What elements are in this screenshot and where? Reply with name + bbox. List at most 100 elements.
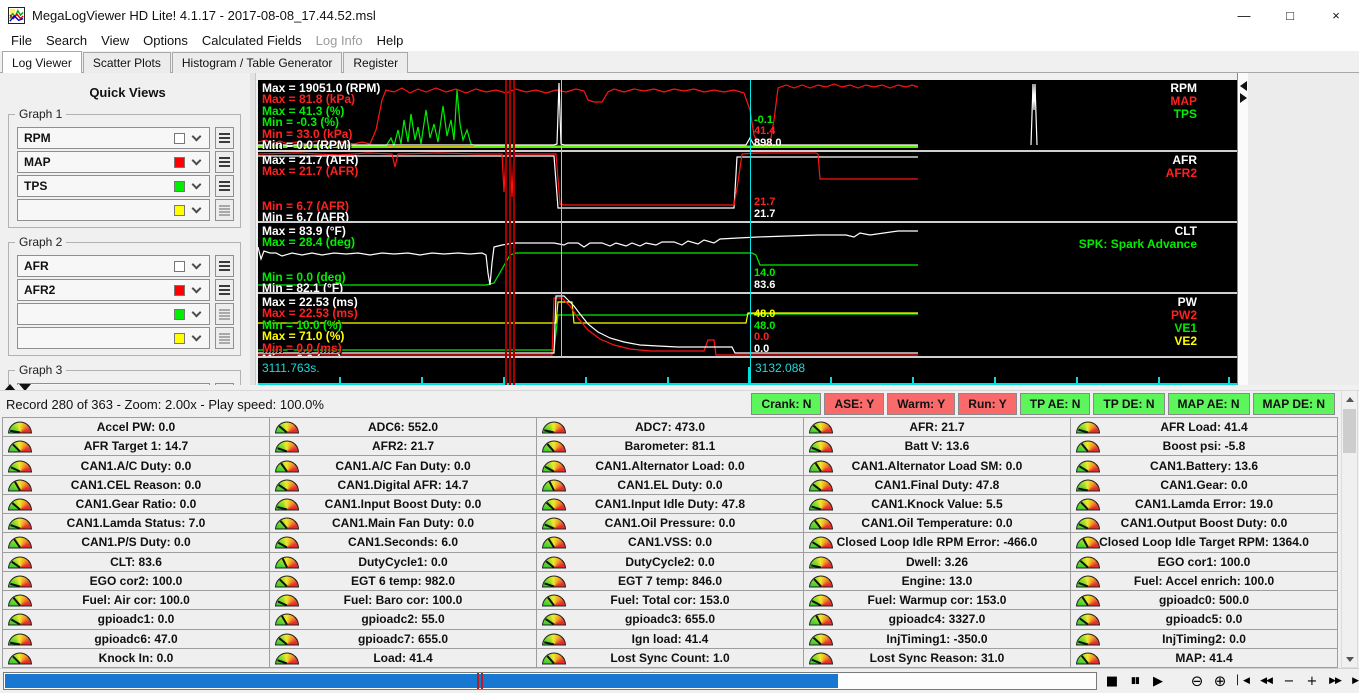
field-select-empty[interactable] bbox=[17, 199, 210, 221]
field-select-clt[interactable]: CLT bbox=[17, 383, 210, 385]
scroll-down-icon[interactable] bbox=[1342, 651, 1357, 667]
gauge-cell[interactable]: gpioadc2: 55.0 bbox=[270, 610, 536, 629]
gauge-cell[interactable]: AFR2: 21.7 bbox=[270, 437, 536, 456]
gauge-cell[interactable]: Accel PW: 0.0 bbox=[3, 418, 269, 437]
gauge-cell[interactable]: EGT 7 temp: 846.0 bbox=[537, 571, 803, 591]
gauge-cell[interactable]: CAN1.Input Idle Duty: 47.8 bbox=[537, 494, 803, 514]
gauge-cell[interactable]: gpioadc3: 655.0 bbox=[537, 610, 803, 629]
field-options-button[interactable] bbox=[215, 255, 234, 277]
gauge-cell[interactable]: Fuel: Total cor: 153.0 bbox=[537, 591, 803, 610]
gauge-cell[interactable]: Dwell: 3.26 bbox=[804, 552, 1070, 571]
gauge-grid-scrollbar[interactable] bbox=[1341, 390, 1358, 668]
gauge-cell[interactable]: CAN1.Gear: 0.0 bbox=[1071, 475, 1337, 494]
gauge-cell[interactable]: EGO cor2: 100.0 bbox=[3, 571, 269, 591]
tab-register[interactable]: Register bbox=[343, 52, 409, 73]
gauge-cell[interactable]: CAN1.Gear Ratio: 0.0 bbox=[3, 494, 269, 514]
graph-area[interactable]: Max = 19051.0 (RPM) Max = 81.8 (kPa) Max =… bbox=[258, 80, 1237, 385]
fast-forward-button[interactable]: ▶▶ bbox=[1324, 670, 1346, 692]
gauge-cell[interactable]: InjTiming2: 0.0 bbox=[1071, 629, 1337, 648]
gauge-cell[interactable]: CAN1.VSS: 0.0 bbox=[537, 533, 803, 552]
timeline-strip[interactable]: 3111.763s. 3132.088 bbox=[258, 358, 1237, 385]
gauge-cell[interactable]: CAN1.Alternator Load SM: 0.0 bbox=[804, 456, 1070, 475]
gauge-cell[interactable]: AFR Load: 41.4 bbox=[1071, 418, 1337, 437]
gauge-cell[interactable]: EGO cor1: 100.0 bbox=[1071, 552, 1337, 571]
log-position-scrollbar[interactable] bbox=[3, 672, 1097, 690]
gauge-cell[interactable]: ADC6: 552.0 bbox=[270, 418, 536, 437]
gauge-cell[interactable]: MAP: 41.4 bbox=[1071, 648, 1337, 667]
gauge-cell[interactable]: CAN1.EL Duty: 0.0 bbox=[537, 475, 803, 494]
step-back-button[interactable]: − bbox=[1278, 670, 1300, 692]
field-options-button[interactable] bbox=[215, 279, 234, 301]
gauge-cell[interactable]: gpioadc6: 47.0 bbox=[3, 629, 269, 648]
field-select-rpm[interactable]: RPM bbox=[17, 127, 210, 149]
gauge-cell[interactable]: Ign load: 41.4 bbox=[537, 629, 803, 648]
gauge-cell[interactable]: Lost Sync Reason: 31.0 bbox=[804, 648, 1070, 667]
gauge-cell[interactable]: CAN1.Input Boost Duty: 0.0 bbox=[270, 494, 536, 514]
zoom-out-button[interactable]: ⊖ bbox=[1186, 670, 1208, 692]
rewind-button[interactable]: ◀◀ bbox=[1255, 670, 1277, 692]
gauge-cell[interactable]: CAN1.CEL Reason: 0.0 bbox=[3, 475, 269, 494]
gauge-cell[interactable]: CAN1.P/S Duty: 0.0 bbox=[3, 533, 269, 552]
field-options-button[interactable] bbox=[215, 327, 234, 349]
scrollbar-thumb[interactable] bbox=[1343, 409, 1356, 453]
close-button[interactable]: × bbox=[1313, 0, 1359, 30]
gauge-cell[interactable]: gpioadc0: 500.0 bbox=[1071, 591, 1337, 610]
menu-item-calculated-fields[interactable]: Calculated Fields bbox=[195, 31, 309, 50]
gauge-cell[interactable]: Barometer: 81.1 bbox=[537, 437, 803, 456]
skip-end-button[interactable]: ▶▕ bbox=[1347, 670, 1359, 692]
gauge-cell[interactable]: Fuel: Baro cor: 100.0 bbox=[270, 591, 536, 610]
gauge-cell[interactable]: Boost psi: -5.8 bbox=[1071, 437, 1337, 456]
menu-item-options[interactable]: Options bbox=[136, 31, 195, 50]
graph-panel-1[interactable]: Max = 19051.0 (RPM) Max = 81.8 (kPa) Max =… bbox=[258, 80, 1237, 150]
field-select-afr2[interactable]: AFR2 bbox=[17, 279, 210, 301]
field-select-empty[interactable] bbox=[17, 327, 210, 349]
gauge-cell[interactable]: CAN1.A/C Fan Duty: 0.0 bbox=[270, 456, 536, 475]
field-select-empty[interactable] bbox=[17, 303, 210, 325]
gauge-cell[interactable]: Lost Sync Count: 1.0 bbox=[537, 648, 803, 667]
field-select-map[interactable]: MAP bbox=[17, 151, 210, 173]
zoom-in-button[interactable]: ⊕ bbox=[1209, 670, 1231, 692]
menu-item-help[interactable]: Help bbox=[370, 31, 411, 50]
gauge-cell[interactable]: CAN1.Main Fan Duty: 0.0 bbox=[270, 514, 536, 533]
scroll-left-icon[interactable] bbox=[1239, 81, 1247, 91]
graph-panel-3[interactable]: Max = 83.9 (°F) Max = 28.4 (deg) Min = 0.0… bbox=[258, 223, 1237, 292]
gauge-cell[interactable]: Fuel: Accel enrich: 100.0 bbox=[1071, 571, 1337, 591]
gauge-cell[interactable]: CAN1.Alternator Load: 0.0 bbox=[537, 456, 803, 475]
gauge-cell[interactable]: AFR: 21.7 bbox=[804, 418, 1070, 437]
field-options-button[interactable] bbox=[215, 199, 234, 221]
gauge-cell[interactable]: Batt V: 13.6 bbox=[804, 437, 1070, 456]
gauge-cell[interactable]: CAN1.Output Boost Duty: 0.0 bbox=[1071, 514, 1337, 533]
step-forward-button[interactable]: + bbox=[1301, 670, 1323, 692]
gauge-cell[interactable]: EGT 6 temp: 982.0 bbox=[270, 571, 536, 591]
gauge-cell[interactable]: DutyCycle2: 0.0 bbox=[537, 552, 803, 571]
graph-panel-4[interactable]: Max = 22.53 (ms) Max = 22.53 (ms) Min = 10… bbox=[258, 294, 1237, 356]
gauge-cell[interactable]: CAN1.Final Duty: 47.8 bbox=[804, 475, 1070, 494]
field-options-button[interactable] bbox=[215, 303, 234, 325]
field-options-button[interactable] bbox=[215, 151, 234, 173]
gauge-cell[interactable]: CAN1.Oil Temperature: 0.0 bbox=[804, 514, 1070, 533]
gauge-cell[interactable]: Knock In: 0.0 bbox=[3, 648, 269, 667]
field-select-afr[interactable]: AFR bbox=[17, 255, 210, 277]
field-options-button[interactable] bbox=[215, 127, 234, 149]
gauge-cell[interactable]: CAN1.Knock Value: 5.5 bbox=[804, 494, 1070, 514]
gauge-cell[interactable]: gpioadc7: 655.0 bbox=[270, 629, 536, 648]
graph-scroll-gutter[interactable] bbox=[1237, 73, 1248, 385]
gauge-cell[interactable]: gpioadc4: 3327.0 bbox=[804, 610, 1070, 629]
field-options-button[interactable] bbox=[215, 383, 234, 385]
gauge-cell[interactable]: CAN1.Digital AFR: 14.7 bbox=[270, 475, 536, 494]
menu-item-search[interactable]: Search bbox=[39, 31, 94, 50]
menu-item-file[interactable]: File bbox=[4, 31, 39, 50]
gauge-cell[interactable]: CAN1.Battery: 13.6 bbox=[1071, 456, 1337, 475]
gauge-cell[interactable]: gpioadc5: 0.0 bbox=[1071, 610, 1337, 629]
gauge-cell[interactable]: gpioadc1: 0.0 bbox=[3, 610, 269, 629]
pause-button[interactable]: ▮▮ bbox=[1124, 670, 1146, 692]
scroll-right-icon[interactable] bbox=[1239, 93, 1247, 103]
gauge-cell[interactable]: CAN1.Lamda Status: 7.0 bbox=[3, 514, 269, 533]
gauge-cell[interactable]: InjTiming1: -350.0 bbox=[804, 629, 1070, 648]
gauge-cell[interactable]: CAN1.Seconds: 6.0 bbox=[270, 533, 536, 552]
gauge-cell[interactable]: Load: 41.4 bbox=[270, 648, 536, 667]
gauge-cell[interactable]: Engine: 13.0 bbox=[804, 571, 1070, 591]
graph-panel-2[interactable]: Max = 21.7 (AFR) Max = 21.7 (AFR) Min = 6.… bbox=[258, 152, 1237, 221]
minimize-button[interactable]: — bbox=[1221, 0, 1267, 30]
gauge-cell[interactable]: AFR Target 1: 14.7 bbox=[3, 437, 269, 456]
